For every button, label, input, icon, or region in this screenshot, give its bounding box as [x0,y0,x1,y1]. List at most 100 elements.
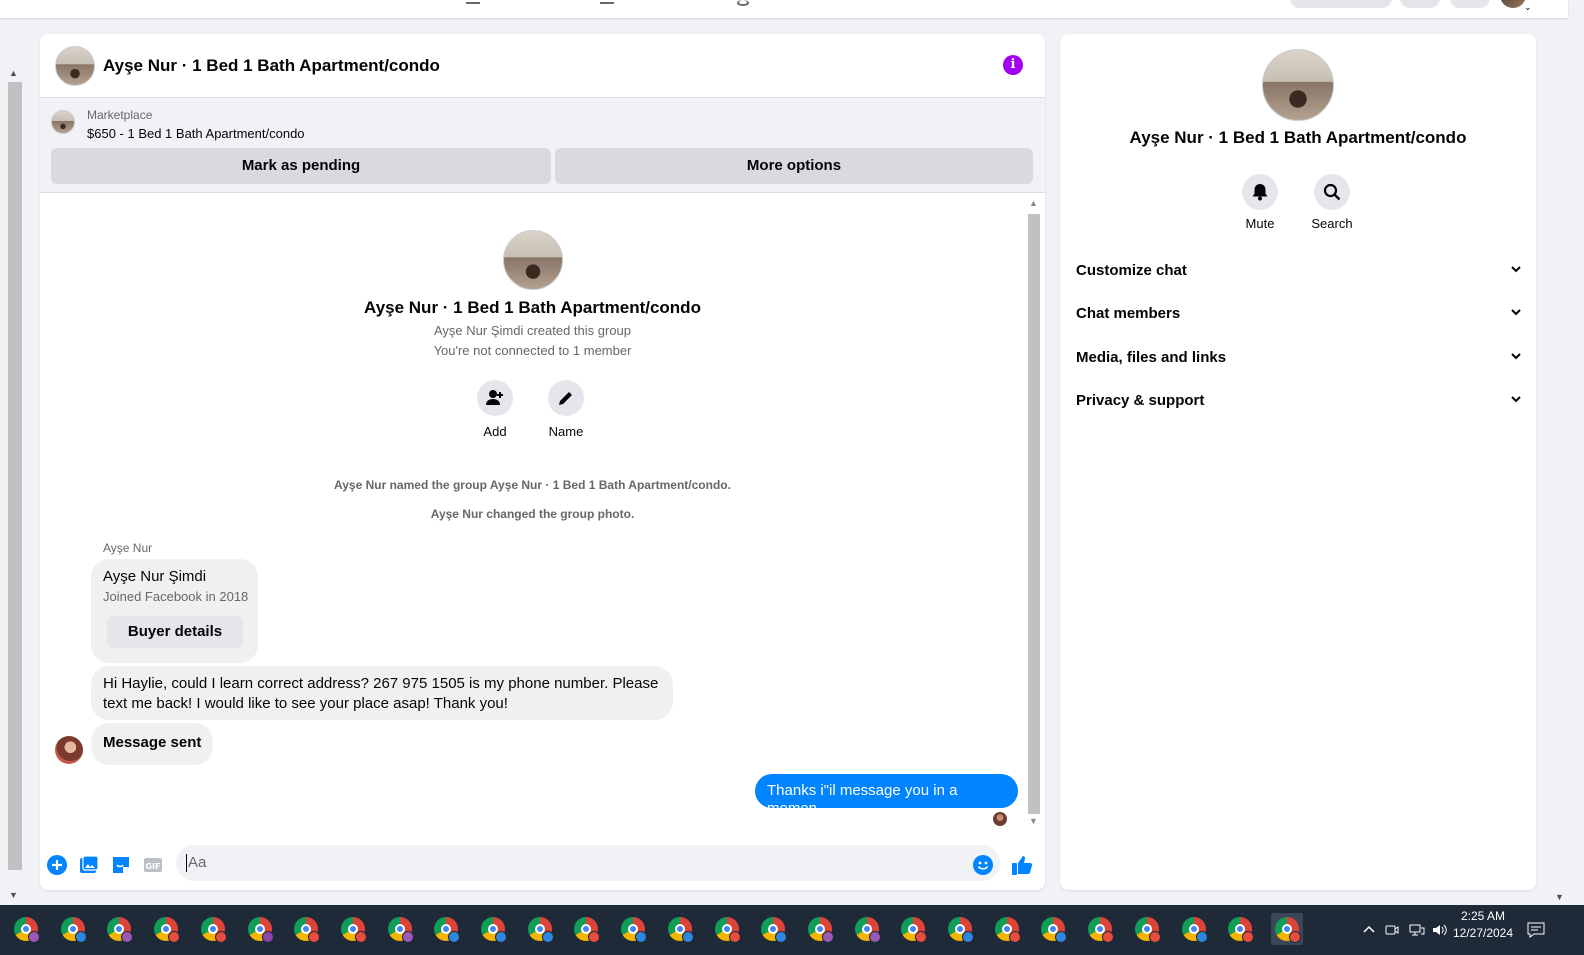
scroll-down-arrow-icon[interactable]: ▼ [9,890,18,900]
scroll-up-arrow-icon[interactable]: ▲ [9,68,18,78]
chrome-taskbar-icon[interactable] [290,913,322,945]
buyer-name: Ayşe Nur Şimdi [103,568,207,585]
chevron-down-icon [1510,349,1522,366]
search-icon[interactable] [1314,174,1350,210]
message-input[interactable]: Aa [176,845,1000,881]
chrome-taskbar-icon[interactable] [851,913,883,945]
notifications-icon[interactable] [1527,905,1545,955]
profile-badge-icon [635,931,648,943]
listing-price-title[interactable]: $650 - 1 Bed 1 Bath Apartment/condo [87,126,305,141]
profile-badge-icon [915,931,928,943]
mute-action[interactable]: Mute [1230,174,1290,231]
meet-now-icon[interactable] [1385,905,1399,955]
section-label: Chat members [1076,304,1181,322]
chrome-taskbar-icon[interactable] [197,913,229,945]
nav-tab-indicator[interactable] [737,0,749,6]
mark-as-pending-button[interactable]: Mark as pending [51,148,551,184]
chrome-taskbar-icon[interactable] [150,913,182,945]
section-customize-chat[interactable]: Customize chat [1076,255,1522,285]
page-scrollbar[interactable]: ▲ ▼ [0,64,24,906]
add-person-icon[interactable] [477,380,513,416]
search-action[interactable]: Search [1302,174,1362,231]
profile-badge-icon [821,931,834,943]
chrome-taskbar-icon[interactable] [244,913,276,945]
sender-avatar[interactable] [55,736,83,764]
chrome-taskbar-icon[interactable] [804,913,836,945]
chrome-taskbar-icon[interactable] [1084,913,1116,945]
chrome-taskbar-icon[interactable] [337,913,369,945]
scroll-down-arrow-icon[interactable]: ▼ [1029,816,1038,826]
chrome-taskbar-icon[interactable] [711,913,743,945]
scrollbar-thumb[interactable] [8,82,22,870]
profile-badge-icon [1008,931,1021,943]
scroll-down-arrow-icon[interactable]: ▼ [1555,892,1564,902]
message-composer: GIF Aa [40,840,1045,890]
chrome-taskbar-icon[interactable] [1270,913,1303,945]
gif-icon[interactable]: GIF [143,855,163,880]
chrome-taskbar-icon[interactable] [944,913,976,945]
profile-badge-icon [1195,931,1208,943]
chrome-taskbar-icon[interactable] [103,913,135,945]
chrome-taskbar-icon[interactable] [1037,913,1069,945]
menu-button[interactable] [1400,0,1440,8]
incoming-message-bubble[interactable]: Hi Haylie, could I learn correct address… [91,666,673,720]
incoming-message-bubble[interactable]: Message sent [91,723,214,765]
add-member-action[interactable]: Add [477,380,513,439]
chrome-taskbar-icon[interactable] [897,913,929,945]
chat-title[interactable]: Ayşe Nur · 1 Bed 1 Bath Apartment/condo [103,56,440,76]
more-options-button[interactable]: More options [555,148,1033,184]
scroll-up-arrow-icon[interactable]: ▲ [1029,198,1038,208]
emoji-icon[interactable] [973,855,993,880]
chevron-down-icon [1510,392,1522,409]
pencil-icon[interactable] [548,380,584,416]
chrome-taskbar-icon[interactable] [617,913,649,945]
sticker-icon[interactable] [111,855,131,880]
chrome-taskbar-icon[interactable] [477,913,509,945]
chrome-taskbar-icon[interactable] [664,913,696,945]
nav-tab-indicator[interactable] [466,0,480,4]
rename-group-action[interactable]: Name [548,380,584,439]
thumbs-up-icon[interactable] [1011,854,1033,881]
buyer-profile-card: Ayşe Nur Şimdi Joined Facebook in 2018 B… [91,559,258,663]
listing-thumbnail[interactable] [51,110,75,134]
group-photo-large[interactable] [1262,49,1334,121]
add-label: Add [483,424,507,439]
group-photo[interactable] [55,45,95,86]
chrome-taskbar-icon[interactable] [10,913,42,945]
account-avatar[interactable] [1500,0,1526,8]
notifications-button[interactable] [1450,0,1490,8]
info-icon[interactable]: i [1003,55,1023,75]
image-icon[interactable] [79,855,99,880]
bell-icon[interactable] [1242,174,1278,210]
chrome-taskbar-icon[interactable] [430,913,462,945]
chrome-taskbar-icon[interactable] [991,913,1023,945]
name-label: Name [548,424,584,439]
scrollbar-thumb[interactable] [1028,214,1040,814]
profile-badge-icon [1242,931,1255,943]
outgoing-message-bubble[interactable]: Thanks i"il message you in a momen [755,774,1018,817]
profile-badge-icon [28,931,40,943]
chrome-taskbar-icon[interactable] [757,913,789,945]
chrome-taskbar-icon[interactable] [524,913,556,945]
volume-icon[interactable] [1432,905,1448,955]
chrome-taskbar-icon[interactable] [1131,913,1163,945]
group-name: Ayşe Nur · 1 Bed 1 Bath Apartment/condo [364,298,701,317]
chevron-down-icon[interactable]: ⌄ [1524,2,1532,13]
nav-tab-indicator[interactable] [600,0,614,4]
section-privacy-support[interactable]: Privacy & support [1076,385,1522,415]
show-hidden-icons-icon[interactable] [1362,905,1376,955]
section-media-files-links[interactable]: Media, files and links [1076,342,1522,372]
plus-circle-icon[interactable] [47,855,67,880]
create-button[interactable] [1290,0,1392,8]
profile-badge-icon [775,931,788,943]
network-icon[interactable] [1409,905,1425,955]
chrome-taskbar-icon[interactable] [570,913,602,945]
section-chat-members[interactable]: Chat members [1076,298,1522,328]
chrome-taskbar-icon[interactable] [1224,913,1256,945]
system-clock[interactable]: 2:25 AM 12/27/2024 [1448,908,1518,942]
buyer-details-button[interactable]: Buyer details [107,616,243,648]
chrome-taskbar-icon[interactable] [1178,913,1210,945]
chrome-taskbar-icon[interactable] [384,913,416,945]
mute-label: Mute [1245,216,1275,231]
chrome-taskbar-icon[interactable] [57,913,89,945]
